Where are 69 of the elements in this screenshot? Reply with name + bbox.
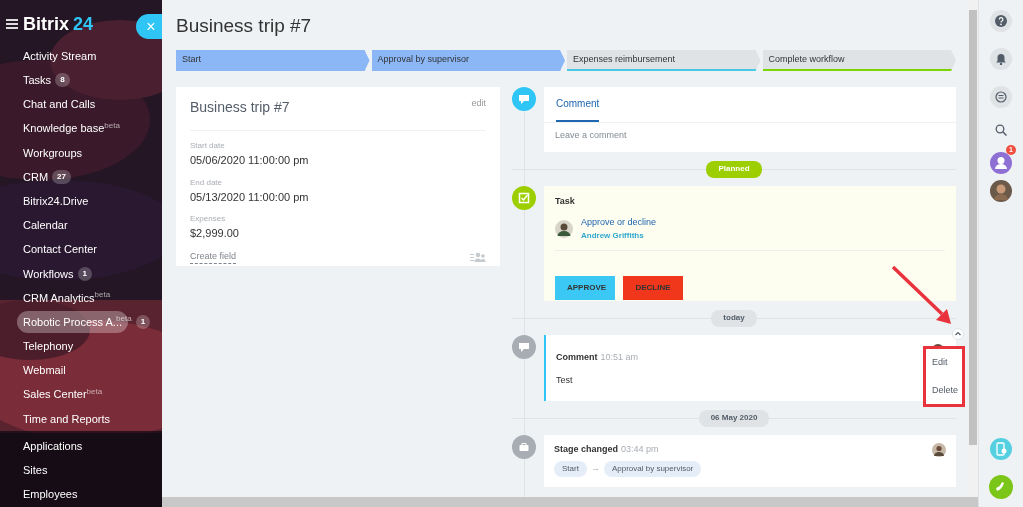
date-pill: 06 May 2020 (698, 409, 770, 427)
bell-icon[interactable] (995, 53, 1007, 65)
chat-icon (518, 93, 530, 105)
field-value: $2,999.00 (190, 226, 240, 241)
stage-step[interactable]: Start (176, 50, 370, 71)
menu-item[interactable]: Tasks (23, 72, 52, 89)
menu-item[interactable]: Chat and Calls (23, 96, 96, 113)
stage-step[interactable]: Approval by supervisor (371, 50, 565, 71)
beta-tag: beta (104, 119, 120, 132)
menu-item[interactable]: Webmail (23, 362, 66, 379)
stage-chip: Approval by supervisor (603, 460, 702, 477)
comment-field[interactable]: Leave a comment (544, 122, 956, 152)
card-title: Stage changed (554, 442, 618, 456)
counter-badge: 1 (77, 266, 92, 281)
search-icon[interactable] (995, 124, 1007, 136)
menu-item[interactable]: Applications (23, 437, 83, 455)
field-value: 05/13/2020 11:00:00 pm (190, 189, 310, 205)
menu-item[interactable]: CRM Analytics (23, 289, 95, 307)
chat-icon (518, 340, 530, 353)
card-title: Task (555, 194, 576, 208)
menu-item[interactable]: Knowledge base (23, 120, 105, 137)
date-pill: today (711, 309, 757, 327)
menu-item[interactable]: Edit (926, 356, 962, 370)
help-icon[interactable] (995, 15, 1007, 27)
logo-number: 24 (73, 12, 94, 36)
menu-item[interactable]: Employees (23, 486, 78, 503)
logo-text: Bitrix (23, 12, 69, 36)
stage-chip: Start (554, 460, 587, 477)
checkbox-icon (518, 191, 530, 204)
user-icon[interactable] (990, 152, 1012, 174)
field-label: Expenses (190, 213, 227, 225)
page-title: Business trip #7 (176, 14, 313, 38)
chevron-up-icon[interactable] (952, 328, 964, 340)
beta-tag: beta (94, 288, 111, 301)
field-value: 05/06/2020 11:00:00 pm (190, 153, 310, 168)
menu-item[interactable]: Calendar (23, 217, 68, 234)
arrow-text: → (590, 461, 600, 475)
bag-icon (518, 440, 530, 453)
chat-icon[interactable] (995, 91, 1007, 103)
field-label: End date (190, 176, 224, 189)
scrollbar[interactable] (162, 497, 978, 507)
menu-item[interactable]: Sales Center (23, 386, 87, 403)
menu-item[interactable]: Activity Stream (23, 47, 97, 65)
counter-badge: 27 (52, 170, 71, 185)
menu-item[interactable]: Contact Center (23, 241, 97, 258)
timestamp: 03:44 pm (621, 442, 659, 456)
card-title: Comment (556, 351, 598, 362)
beta-tag: beta (86, 385, 103, 398)
stage-step[interactable]: Expenses reimbursement (567, 50, 761, 71)
menu-item[interactable]: Time and Reports (23, 410, 111, 428)
approve-button[interactable]: APPROVE (555, 275, 615, 300)
menu-item[interactable]: Workflows (23, 265, 74, 283)
card-title: Business trip #7 (190, 98, 290, 117)
menu-item[interactable]: Delete (926, 383, 962, 397)
timestamp: 10:51 am (600, 351, 639, 362)
menu-item[interactable]: CRM (23, 168, 49, 186)
counter-badge: 8 (55, 73, 70, 88)
comment-text: Test (556, 373, 574, 387)
menu-item[interactable]: Workgroups (23, 144, 83, 162)
create-field-link[interactable]: Create field (190, 249, 237, 264)
menu-item[interactable]: Sites (23, 462, 48, 479)
menu-item[interactable]: Telephony (23, 338, 74, 355)
menu-item[interactable]: Bitrix24.Drive (23, 192, 89, 210)
menu-icon[interactable] (6, 19, 18, 29)
field-label: Start date (190, 140, 226, 152)
task-link[interactable]: Approve or decline (581, 216, 657, 230)
date-pill: Planned (706, 160, 762, 178)
stage-step[interactable]: Complete workflow (762, 50, 956, 71)
counter-badge: 1 (135, 315, 151, 330)
